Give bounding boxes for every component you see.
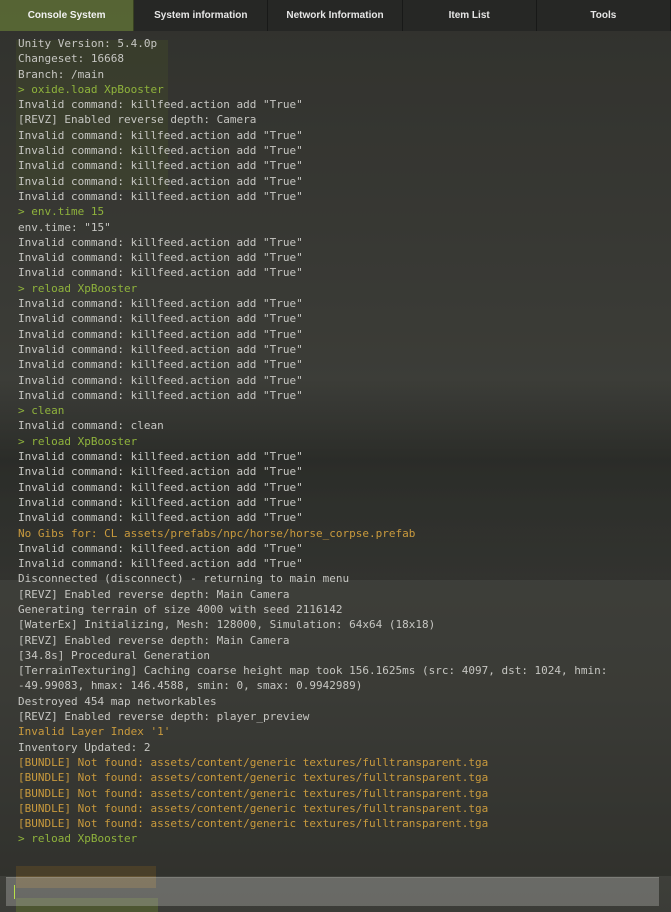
log-line: Invalid command: killfeed.action add "Tr… bbox=[18, 251, 303, 265]
log-line: [34.8s] Procedural Generation bbox=[18, 648, 211, 662]
log-line: -49.99083, hmax: 146.4588, smin: 0, smax… bbox=[18, 679, 363, 693]
console-input[interactable] bbox=[6, 877, 659, 906]
log-line: Inventory Updated: 2 bbox=[18, 740, 151, 754]
log-line: Invalid command: killfeed.action add "Tr… bbox=[18, 312, 303, 326]
log-line: Invalid command: killfeed.action add "Tr… bbox=[18, 358, 303, 372]
log-line: Invalid command: killfeed.action add "Tr… bbox=[18, 128, 303, 142]
log-line: Invalid command: killfeed.action add "Tr… bbox=[18, 266, 303, 280]
log-line-command: > reload XpBooster bbox=[18, 434, 138, 448]
log-line: Invalid command: killfeed.action add "Tr… bbox=[18, 541, 303, 555]
log-line: Unity Version: 5.4.0p bbox=[18, 37, 158, 50]
log-line: [WaterEx] Initializing, Mesh: 128000, Si… bbox=[18, 618, 436, 632]
tab-item-list[interactable]: Item List bbox=[402, 0, 537, 31]
tab-tools[interactable]: Tools bbox=[536, 0, 671, 31]
log-line: [REVZ] Enabled reverse depth: Main Camer… bbox=[18, 587, 290, 601]
log-line-warning: [BUNDLE] Not found: assets/content/gener… bbox=[18, 801, 489, 815]
log-line: env.time: "15" bbox=[18, 220, 111, 234]
log-line: Invalid command: killfeed.action add "Tr… bbox=[18, 373, 303, 387]
log-line: Invalid command: killfeed.action add "Tr… bbox=[18, 495, 303, 509]
log-line: [TerrainTexturing] Caching coarse height… bbox=[18, 664, 608, 678]
log-line-warning: Invalid Layer Index '1' bbox=[18, 725, 171, 739]
log-line-command: > reload XpBooster bbox=[18, 281, 138, 295]
log-line: Invalid command: killfeed.action add "Tr… bbox=[18, 388, 303, 402]
log-line: Branch: /main bbox=[18, 67, 105, 81]
log-line: [REVZ] Enabled reverse depth: Main Camer… bbox=[18, 633, 290, 647]
log-line: Invalid command: killfeed.action add "Tr… bbox=[18, 98, 303, 112]
log-line: [REVZ] Enabled reverse depth: player_pre… bbox=[18, 710, 310, 724]
log-line: Invalid command: killfeed.action add "Tr… bbox=[18, 144, 303, 158]
log-line-warning: [BUNDLE] Not found: assets/content/gener… bbox=[18, 771, 489, 785]
log-line: Invalid command: killfeed.action add "Tr… bbox=[18, 235, 303, 249]
log-line-command: > reload XpBooster bbox=[18, 832, 138, 846]
console-tab-bar: Console System System information Networ… bbox=[0, 0, 671, 31]
log-line: Invalid command: killfeed.action add "Tr… bbox=[18, 327, 303, 341]
log-line: Invalid command: killfeed.action add "Tr… bbox=[18, 480, 303, 494]
log-line-warning: [BUNDLE] Not found: assets/content/gener… bbox=[18, 755, 489, 769]
log-line: Invalid command: killfeed.action add "Tr… bbox=[18, 511, 303, 525]
log-line: Generating terrain of size 4000 with see… bbox=[18, 602, 343, 616]
log-line: Invalid command: killfeed.action add "Tr… bbox=[18, 174, 303, 188]
log-line: Invalid command: killfeed.action add "Tr… bbox=[18, 189, 303, 203]
log-line-command: > clean bbox=[18, 404, 65, 418]
log-line-warning: No Gibs for: CL assets/prefabs/npc/horse… bbox=[18, 526, 416, 540]
log-line: Invalid command: killfeed.action add "Tr… bbox=[18, 159, 303, 173]
log-line-command: > oxide.load XpBooster bbox=[18, 82, 164, 96]
log-line-warning: [BUNDLE] Not found: assets/content/gener… bbox=[18, 817, 489, 831]
console-log: Unity Version: 5.4.0p Changeset: 16668 Bra… bbox=[18, 36, 667, 847]
text-caret bbox=[14, 885, 15, 899]
log-line: Invalid command: clean bbox=[18, 419, 164, 433]
tab-network-information[interactable]: Network Information bbox=[268, 0, 403, 31]
log-line: Invalid command: killfeed.action add "Tr… bbox=[18, 342, 303, 356]
log-line-command: > env.time 15 bbox=[18, 205, 105, 219]
log-line: [REVZ] Enabled reverse depth: Camera bbox=[18, 113, 257, 127]
log-line-warning: [BUNDLE] Not found: assets/content/gener… bbox=[18, 786, 489, 800]
log-line: Invalid command: killfeed.action add "Tr… bbox=[18, 557, 303, 571]
log-line: Invalid command: killfeed.action add "Tr… bbox=[18, 297, 303, 311]
log-line: Changeset: 16668 bbox=[18, 52, 124, 66]
log-line: Destroyed 454 map networkables bbox=[18, 694, 217, 708]
tab-console-system[interactable]: Console System bbox=[0, 0, 135, 31]
log-line: Disconnected (disconnect) - returning to… bbox=[18, 572, 350, 586]
log-line: Invalid command: killfeed.action add "Tr… bbox=[18, 465, 303, 479]
log-line: Invalid command: killfeed.action add "Tr… bbox=[18, 450, 303, 464]
console-output-panel[interactable]: Unity Version: 5.4.0p Changeset: 16668 Bra… bbox=[0, 31, 671, 876]
tab-system-information[interactable]: System information bbox=[134, 0, 269, 31]
